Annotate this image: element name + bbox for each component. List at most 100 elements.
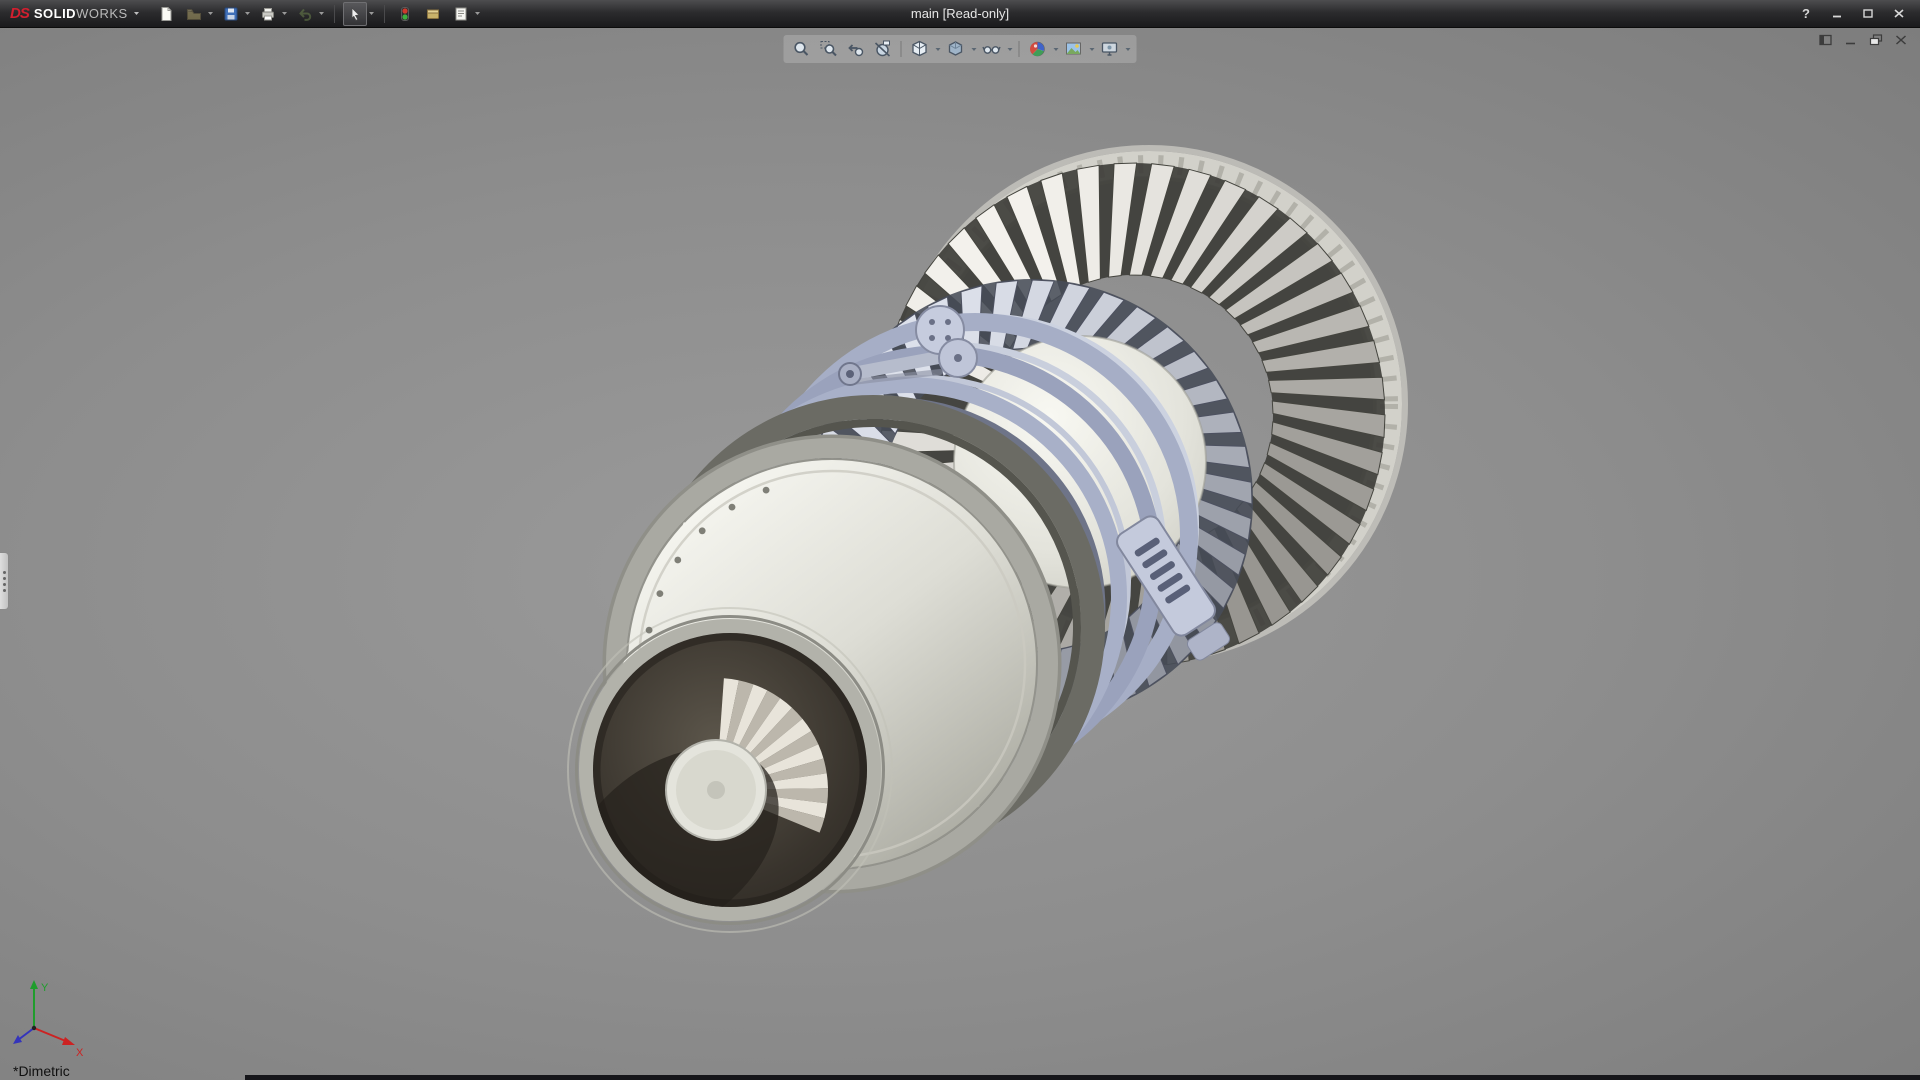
open-dropdown[interactable] <box>206 2 215 26</box>
hide-show-items-button[interactable] <box>979 37 1005 61</box>
cone-shell <box>568 460 1036 932</box>
chevron-down-icon <box>1124 47 1131 52</box>
hide-show-items-dropdown[interactable] <box>1006 37 1014 61</box>
window-title: main [Read-only] <box>911 6 1009 21</box>
apply-scene-button[interactable] <box>1061 37 1087 61</box>
edit-appearance-dropdown[interactable] <box>1052 37 1060 61</box>
glasses-icon <box>982 39 1002 59</box>
fan-blade-ring <box>881 163 1385 667</box>
cube-icon <box>910 39 930 59</box>
monitor-icon <box>1100 39 1120 59</box>
maximize-button[interactable] <box>1859 5 1877 23</box>
display-style-button[interactable] <box>943 37 969 61</box>
section-view-button[interactable] <box>870 37 896 61</box>
save-floppy-icon <box>223 6 239 22</box>
brand-works: WORKS <box>76 6 128 21</box>
reference-triad: Y X <box>8 972 98 1064</box>
select-dropdown[interactable] <box>367 2 376 26</box>
new-document-button[interactable] <box>154 2 178 26</box>
print-dropdown[interactable] <box>280 2 289 26</box>
document-window-controls <box>1817 32 1910 48</box>
select-tool-button[interactable] <box>343 2 367 26</box>
close-button[interactable] <box>1890 5 1908 23</box>
section-cut-icon <box>873 39 893 59</box>
solidworks-brand: SOLIDWORKS <box>34 6 128 21</box>
options-dropdown[interactable] <box>473 2 482 26</box>
options-button[interactable] <box>449 2 473 26</box>
chevron-down-icon <box>934 47 941 52</box>
model-render <box>0 28 1920 1080</box>
nozzle <box>577 617 884 924</box>
select-cursor-icon <box>347 6 363 22</box>
heads-up-toolbar <box>784 35 1137 63</box>
solidworks-logo: DS SOLIDWORKS <box>0 5 148 22</box>
fan-dark-annulus <box>937 219 1329 611</box>
magnifier-icon <box>792 39 812 59</box>
plug-hub <box>666 740 766 840</box>
apply-scene-dropdown[interactable] <box>1088 37 1096 61</box>
window-controls: ? <box>1797 5 1920 23</box>
minimize-button[interactable] <box>1828 5 1846 23</box>
shaded-cube-icon <box>946 39 966 59</box>
display-style-dropdown[interactable] <box>970 37 978 61</box>
save-button[interactable] <box>219 2 243 26</box>
appearance-box-button[interactable] <box>421 2 445 26</box>
open-button[interactable] <box>182 2 206 26</box>
save-dropdown[interactable] <box>243 2 252 26</box>
close-icon <box>1893 8 1905 19</box>
zoom-to-area-button[interactable] <box>816 37 842 61</box>
undo-button[interactable] <box>293 2 317 26</box>
magnifier-area-icon <box>819 39 839 59</box>
chevron-down-icon <box>368 11 375 16</box>
inlet-lip-ring <box>605 437 1059 891</box>
doc-restore-button[interactable] <box>1867 32 1885 48</box>
view-orientation-dropdown[interactable] <box>934 37 942 61</box>
dock-window-icon <box>1819 34 1833 46</box>
cavity-shadow <box>528 708 816 982</box>
turbine-dark-annulus <box>846 314 1218 686</box>
view-settings-button[interactable] <box>1097 37 1123 61</box>
print-button[interactable] <box>256 2 280 26</box>
standard-toolbar <box>152 2 484 26</box>
brand-solid: SOLID <box>34 6 76 21</box>
chevron-down-icon <box>281 11 288 16</box>
edit-appearance-button[interactable] <box>1025 37 1051 61</box>
doc-dock-button[interactable] <box>1817 32 1835 48</box>
doc-close-button[interactable] <box>1892 32 1910 48</box>
casing-rings <box>685 318 1195 818</box>
feature-manager-splitter-tab[interactable] <box>0 552 9 610</box>
chevron-down-icon <box>1052 47 1059 52</box>
logo-caret-icon[interactable] <box>133 11 140 16</box>
open-folder-icon <box>186 6 202 22</box>
close-icon <box>1894 34 1908 46</box>
shell-bolt-holes <box>643 487 770 806</box>
zoom-to-fit-button[interactable] <box>789 37 815 61</box>
new-document-icon <box>158 6 174 22</box>
help-button[interactable]: ? <box>1797 5 1815 23</box>
view-orientation-button[interactable] <box>907 37 933 61</box>
chevron-down-icon <box>474 11 481 16</box>
center-drum <box>954 336 1206 588</box>
undo-arrow-icon <box>297 6 313 22</box>
chevron-down-icon <box>1088 47 1095 52</box>
view-orientation-label: *Dimetric <box>13 1063 70 1079</box>
rebuild-button[interactable] <box>393 2 417 26</box>
taskbar-edge <box>245 1075 1920 1080</box>
chevron-down-icon <box>1006 47 1013 52</box>
traffic-light-icon <box>397 6 413 22</box>
toolbar-separator <box>384 5 385 23</box>
color-ball-icon <box>1028 39 1048 59</box>
doc-minimize-button[interactable] <box>1842 32 1860 48</box>
view-settings-dropdown[interactable] <box>1124 37 1132 61</box>
printer-icon <box>260 6 276 22</box>
minimize-icon <box>1831 8 1843 19</box>
undo-dropdown[interactable] <box>317 2 326 26</box>
chevron-down-icon <box>244 11 251 16</box>
titlebar: DS SOLIDWORKS <box>0 0 1920 28</box>
viewport-canvas[interactable]: Y X *Dimetric <box>0 28 1920 1080</box>
view-back-arrow-icon <box>846 39 866 59</box>
solidworks-logo-mark: DS <box>10 5 29 22</box>
rear-shroud-ring <box>893 148 1405 660</box>
previous-view-button[interactable] <box>843 37 869 61</box>
maximize-icon <box>1862 8 1874 19</box>
